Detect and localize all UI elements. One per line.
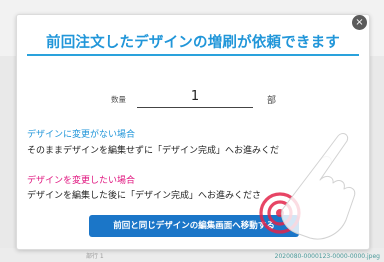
- unchanged-description: そのままデザインを編集せずに「デザイン完成」へお進みくだ: [27, 146, 280, 156]
- background-footer-right: 2020080-0000123-0000-0000.jpeg: [274, 253, 380, 260]
- close-icon[interactable]: ×: [352, 15, 367, 30]
- background-footer: 部行 1 2020080-0000123-0000-0000.jpeg: [0, 248, 384, 262]
- changed-heading: デザインを変更したい場合: [27, 176, 136, 186]
- quantity-input[interactable]: [137, 86, 253, 108]
- background-footer-left: 部行 1: [86, 253, 104, 260]
- unchanged-heading: デザインに変更がない場合: [27, 130, 136, 140]
- changed-description: デザインを編集した後に「デザイン完成」へお進みくださ: [27, 191, 262, 201]
- quantity-unit: 部: [267, 96, 277, 106]
- quantity-label: 数量: [111, 95, 126, 104]
- title-underline: [27, 54, 359, 56]
- pointing-hand-icon: [281, 133, 356, 240]
- modal-title: 前回注文したデザインの増刷が依頼できます: [46, 35, 340, 51]
